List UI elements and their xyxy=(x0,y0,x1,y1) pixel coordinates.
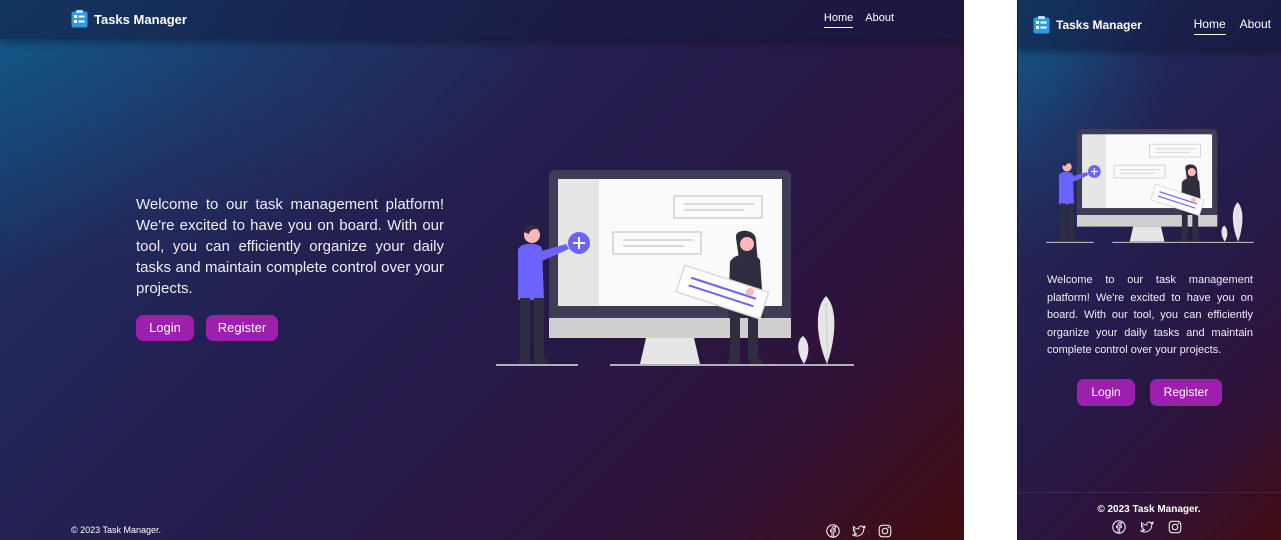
login-button[interactable]: Login xyxy=(1077,379,1135,406)
nav-about-link[interactable]: About xyxy=(865,12,894,28)
task-management-illustration xyxy=(1045,128,1255,244)
task-management-illustration xyxy=(494,168,856,368)
desktop-view: Tasks Manager Home About Welcome to our … xyxy=(0,0,964,540)
login-button[interactable]: Login xyxy=(136,315,194,341)
register-button[interactable]: Register xyxy=(206,315,278,341)
footer-divider xyxy=(1017,492,1281,493)
register-button[interactable]: Register xyxy=(1150,379,1222,406)
brand-title: Tasks Manager xyxy=(1056,18,1142,32)
clipboard-list-icon xyxy=(71,10,88,28)
mobile-view: Tasks Manager Home About Welcome to our … xyxy=(1017,0,1281,540)
navbar: Tasks Manager Home About xyxy=(1017,0,1281,49)
nav-links: Home About xyxy=(823,12,894,28)
mobile-frame-border xyxy=(1017,0,1018,540)
nav-about-link[interactable]: About xyxy=(1240,17,1271,35)
welcome-text: Welcome to our task management platform!… xyxy=(1047,274,1253,356)
footer-copyright: © 2023 Task Manager. xyxy=(1097,504,1201,515)
navbar: Tasks Manager Home About xyxy=(0,0,964,39)
instagram-icon[interactable] xyxy=(1168,520,1182,534)
welcome-text: Welcome to our task management platform!… xyxy=(136,196,444,297)
social-links xyxy=(1112,520,1182,534)
clipboard-list-icon xyxy=(1033,16,1050,34)
brand-link[interactable]: Tasks Manager xyxy=(71,10,187,28)
facebook-icon[interactable] xyxy=(1112,520,1126,534)
brand-title: Tasks Manager xyxy=(94,11,187,27)
nav-home-link[interactable]: Home xyxy=(1193,17,1226,35)
brand-link[interactable]: Tasks Manager xyxy=(1033,16,1142,34)
twitter-icon[interactable] xyxy=(1140,520,1154,534)
footer-copyright: © 2023 Task Manager. xyxy=(71,525,162,535)
instagram-icon[interactable] xyxy=(878,524,892,538)
social-links xyxy=(826,524,892,538)
twitter-icon[interactable] xyxy=(852,524,866,538)
nav-links: Home About xyxy=(1193,17,1271,35)
nav-home-link[interactable]: Home xyxy=(823,12,854,28)
facebook-icon[interactable] xyxy=(826,524,840,538)
